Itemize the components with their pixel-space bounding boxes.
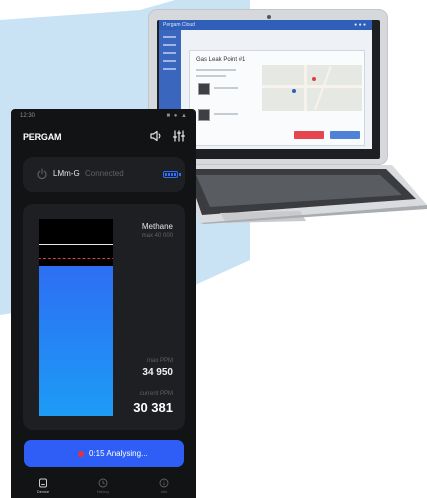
brand-logo: PERGAM bbox=[23, 132, 62, 142]
nav-item-info[interactable]: Info bbox=[144, 478, 184, 498]
nav-label-history: History bbox=[96, 489, 110, 494]
app-header: PERGAM bbox=[11, 126, 196, 146]
screen-modal: Gas Leak Point #1 bbox=[189, 50, 365, 146]
info-icon bbox=[159, 478, 169, 488]
ppm-gauge bbox=[39, 219, 113, 416]
analysing-label: 0:15 Analysing... bbox=[89, 449, 148, 458]
gas-name: Methane bbox=[141, 222, 173, 231]
analysing-button[interactable]: 0:15 Analysing... bbox=[24, 440, 184, 467]
status-icons: ■ ● ▲ bbox=[166, 113, 188, 119]
bottom-nav: Device History Info bbox=[11, 475, 196, 498]
photo-thumbnail bbox=[198, 83, 210, 95]
max-ppm-value: 34 950 bbox=[142, 367, 173, 378]
map-pin-icon bbox=[292, 89, 296, 93]
nav-label-device: Device bbox=[36, 489, 50, 494]
screen-red-button bbox=[294, 131, 324, 139]
modal-title: Gas Leak Point #1 bbox=[196, 57, 246, 63]
gas-max-range: max 40 000 bbox=[141, 233, 173, 239]
current-ppm-label: current PPM bbox=[139, 391, 173, 397]
phone-screen: 12:30 ■ ● ▲ PERGAM LMm-G Connected Metha… bbox=[11, 109, 196, 498]
gauge-max-reading-line bbox=[39, 243, 113, 245]
record-dot-icon bbox=[78, 451, 84, 457]
map-pin-icon bbox=[312, 77, 316, 81]
nav-item-history[interactable]: History bbox=[83, 478, 123, 498]
equalizer-icon[interactable] bbox=[172, 129, 186, 143]
laptop-keyboard-base bbox=[180, 165, 427, 224]
screen-header: Pergam Cloud ● ● ● bbox=[159, 20, 372, 30]
nav-item-device[interactable]: Device bbox=[23, 478, 63, 498]
status-bar: 12:30 ■ ● ▲ bbox=[11, 109, 196, 124]
connection-status: Connected bbox=[85, 169, 124, 178]
gauge-current-level bbox=[39, 266, 113, 416]
gauge-card: Methane max 40 000 max PPM 34 950 curren… bbox=[23, 204, 185, 430]
device-icon bbox=[39, 478, 47, 488]
max-ppm-label: max PPM bbox=[146, 358, 173, 364]
map-preview bbox=[262, 65, 362, 111]
screen-blue-button bbox=[330, 131, 360, 139]
nav-label-info: Info bbox=[160, 489, 168, 494]
current-ppm-value: 30 381 bbox=[133, 400, 173, 415]
power-icon[interactable] bbox=[36, 168, 48, 180]
clock-icon bbox=[98, 478, 108, 488]
device-card[interactable]: LMm-G Connected bbox=[23, 157, 185, 192]
sound-icon[interactable] bbox=[149, 129, 163, 143]
battery-icon bbox=[163, 171, 178, 178]
photo-thumbnail bbox=[198, 109, 210, 121]
camera-icon bbox=[267, 15, 271, 19]
status-time: 12:30 bbox=[20, 113, 36, 119]
gauge-alarm-threshold-line bbox=[39, 258, 113, 260]
device-name: LMm-G bbox=[53, 169, 80, 178]
